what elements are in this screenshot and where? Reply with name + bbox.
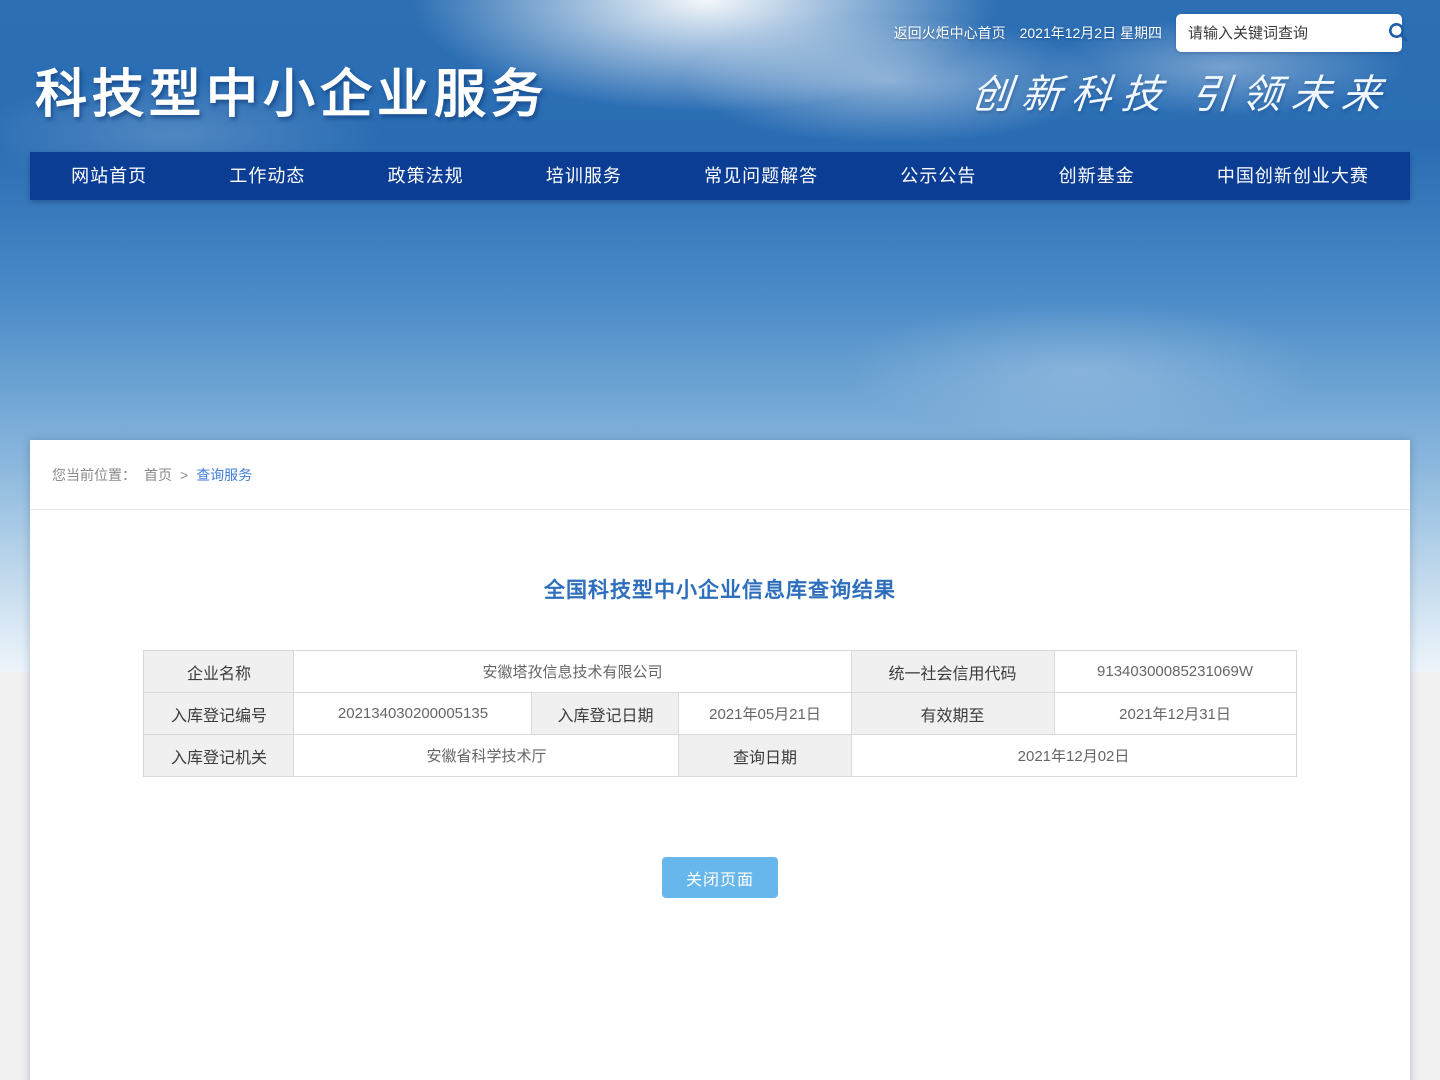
reg-authority-value: 安徽省科学技术厅 [294,735,679,777]
nav-item-training[interactable]: 培训服务 [536,152,632,200]
table-row: 入库登记编号 202134030200005135 入库登记日期 2021年05… [144,693,1296,735]
nav-item-innovation-contest[interactable]: 中国创新创业大赛 [1207,152,1379,200]
nav-item-work-news[interactable]: 工作动态 [219,152,315,200]
content-panel: 您当前位置： 首页 > 查询服务 全国科技型中小企业信息库查询结果 企业名称 安… [30,440,1410,1080]
reg-date-value: 2021年05月21日 [679,693,851,735]
table-row: 入库登记机关 安徽省科学技术厅 查询日期 2021年12月02日 [144,735,1296,777]
reg-number-value: 202134030200005135 [294,693,532,735]
query-date-value: 2021年12月02日 [851,735,1296,777]
breadcrumb-prefix: 您当前位置： [52,440,136,510]
query-date-label: 查询日期 [679,735,851,777]
company-name-value: 安徽塔孜信息技术有限公司 [294,651,851,693]
query-result-table: 企业名称 安徽塔孜信息技术有限公司 统一社会信用代码 9134030008523… [143,650,1296,777]
nav-item-innovation-fund[interactable]: 创新基金 [1049,152,1145,200]
breadcrumb: 您当前位置： 首页 > 查询服务 [30,440,1410,510]
search-button[interactable] [1387,20,1409,46]
reg-number-label: 入库登记编号 [144,693,294,735]
header-topbar: 返回火炬中心首页 2021年12月2日 星期四 [894,14,1402,52]
site-slogan: 创新科技 引领未来 [969,62,1395,120]
breadcrumb-home-link[interactable]: 首页 [144,440,172,510]
nav-item-home[interactable]: 网站首页 [61,152,157,200]
site-header: 返回火炬中心首页 2021年12月2日 星期四 科技型中小企业服务 创新科技 引… [0,0,1440,220]
nav-item-faq[interactable]: 常见问题解答 [694,152,828,200]
valid-until-value: 2021年12月31日 [1054,693,1296,735]
nav-item-policies[interactable]: 政策法规 [378,152,474,200]
search-icon [1387,21,1409,46]
reg-authority-label: 入库登记机关 [144,735,294,777]
reg-date-label: 入库登记日期 [532,693,679,735]
breadcrumb-separator: > [180,440,188,510]
torch-home-link[interactable]: 返回火炬中心首页 [894,14,1006,52]
nav-item-announcements[interactable]: 公示公告 [890,152,986,200]
search-box [1176,14,1402,52]
current-date-text: 2021年12月2日 星期四 [1020,14,1162,52]
site-logo: 科技型中小企业服务 [35,52,548,127]
company-name-label: 企业名称 [144,651,294,693]
search-input[interactable] [1188,25,1387,42]
close-button-wrap: 关闭页面 [30,857,1410,898]
valid-until-label: 有效期至 [851,693,1054,735]
main-nav: 网站首页 工作动态 政策法规 培训服务 常见问题解答 公示公告 创新基金 中国创… [30,152,1410,200]
credit-code-value: 91340300085231069W [1054,651,1296,693]
credit-code-label: 统一社会信用代码 [851,651,1054,693]
close-page-button[interactable]: 关闭页面 [662,857,778,898]
breadcrumb-current-link[interactable]: 查询服务 [196,440,252,510]
page-title: 全国科技型中小企业信息库查询结果 [30,574,1410,604]
table-row: 企业名称 安徽塔孜信息技术有限公司 统一社会信用代码 9134030008523… [144,651,1296,693]
